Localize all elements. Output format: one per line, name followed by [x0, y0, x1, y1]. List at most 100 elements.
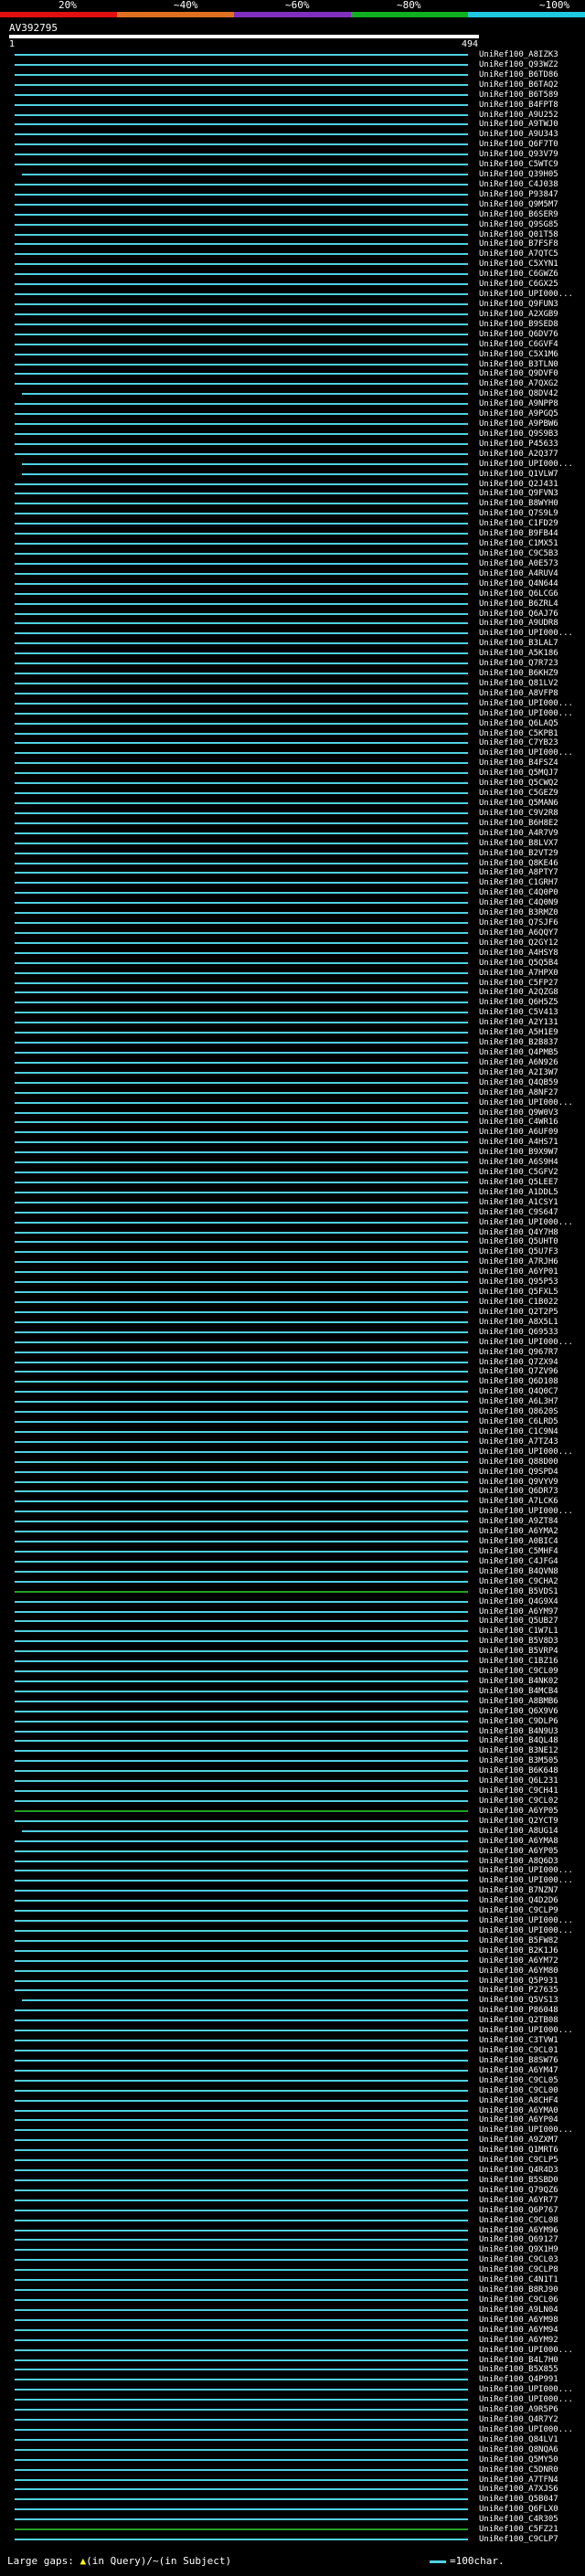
hit-alignment-bar[interactable]	[15, 313, 468, 315]
hit-alignment-bar[interactable]	[15, 2309, 468, 2311]
hit-label[interactable]: UniRef100_C9CL01	[479, 2046, 558, 2055]
hit-alignment-bar[interactable]	[15, 1920, 468, 1922]
hit-alignment-bar[interactable]	[15, 2129, 468, 2131]
hit-alignment-bar[interactable]	[15, 1950, 468, 1952]
hit-alignment-bar[interactable]	[15, 1002, 468, 1003]
hit-label[interactable]: UniRef100_C6GX25	[479, 280, 558, 289]
hit-alignment-bar[interactable]	[15, 1630, 468, 1632]
hit-label[interactable]: UniRef100_A9ZXM7	[479, 2136, 558, 2145]
hit-alignment-bar[interactable]	[15, 2409, 468, 2411]
hit-label[interactable]: UniRef100_A9U343	[479, 130, 558, 139]
hit-alignment-bar[interactable]	[15, 713, 468, 715]
hit-alignment-bar[interactable]	[15, 2100, 468, 2102]
hit-alignment-bar[interactable]	[15, 1072, 468, 1074]
hit-label[interactable]: UniRef100_Q4QB59	[479, 1078, 558, 1087]
hit-label[interactable]: UniRef100_A9PGQ5	[479, 409, 558, 419]
hit-alignment-bar[interactable]	[15, 443, 468, 445]
hit-alignment-bar[interactable]	[15, 194, 468, 196]
hit-alignment-bar[interactable]	[15, 1471, 468, 1473]
hit-alignment-bar[interactable]	[15, 543, 468, 545]
hit-label[interactable]: UniRef100_C4WR16	[479, 1118, 558, 1127]
hit-label[interactable]: UniRef100_Q7SJF6	[479, 918, 558, 928]
hit-alignment-bar[interactable]	[15, 2469, 468, 2471]
hit-label[interactable]: UniRef100_A6YM97	[479, 1607, 558, 1617]
hit-label[interactable]: UniRef100_Q4D2D6	[479, 1896, 558, 1905]
hit-alignment-bar[interactable]	[15, 613, 468, 615]
hit-label[interactable]: UniRef100_A2XGB9	[479, 310, 558, 319]
hit-alignment-bar[interactable]	[15, 243, 468, 245]
hit-label[interactable]: UniRef100_Q88D00	[479, 1458, 558, 1467]
hit-alignment-bar[interactable]	[15, 214, 468, 216]
hit-label[interactable]: UniRef100_Q93WZ2	[479, 60, 558, 69]
hit-alignment-bar[interactable]	[15, 1052, 468, 1054]
hit-label[interactable]: UniRef100_B4NK02	[479, 1677, 558, 1686]
hit-alignment-bar[interactable]	[15, 563, 468, 565]
hit-alignment-bar[interactable]	[22, 174, 468, 175]
hit-label[interactable]: UniRef100_B6KHZ9	[479, 669, 558, 678]
hit-alignment-bar[interactable]	[15, 2289, 468, 2291]
hit-alignment-bar[interactable]	[15, 1411, 468, 1413]
hit-alignment-bar[interactable]	[15, 1102, 468, 1104]
hit-alignment-bar[interactable]	[15, 2528, 468, 2530]
hit-label[interactable]: UniRef100_C5FP27	[479, 979, 558, 988]
hit-alignment-bar[interactable]	[15, 1601, 468, 1603]
hit-label[interactable]: UniRef100_UPI000...	[479, 2346, 573, 2355]
hit-label[interactable]: UniRef100_A6YP05	[479, 1807, 558, 1816]
hit-alignment-bar[interactable]	[15, 1511, 468, 1512]
hit-alignment-bar[interactable]	[15, 1212, 468, 1214]
hit-alignment-bar[interactable]	[15, 1531, 468, 1532]
hit-label[interactable]: UniRef100_P45633	[479, 440, 558, 449]
hit-alignment-bar[interactable]	[15, 1800, 468, 1802]
hit-alignment-bar[interactable]	[15, 593, 468, 595]
hit-label[interactable]: UniRef100_C9CLP8	[479, 2265, 558, 2274]
hit-label[interactable]: UniRef100_Q7R723	[479, 659, 558, 668]
hit-alignment-bar[interactable]	[15, 802, 468, 804]
hit-alignment-bar[interactable]	[15, 2019, 468, 2021]
hit-label[interactable]: UniRef100_A7LCK6	[479, 1497, 558, 1506]
hit-label[interactable]: UniRef100_UPI000...	[479, 460, 573, 469]
hit-alignment-bar[interactable]	[15, 2050, 468, 2051]
hit-alignment-bar[interactable]	[15, 2449, 468, 2451]
hit-label[interactable]: UniRef100_C6GWZ6	[479, 270, 558, 279]
hit-label[interactable]: UniRef100_B6TAQ2	[479, 80, 558, 90]
hit-alignment-bar[interactable]	[15, 2070, 468, 2072]
hit-alignment-bar[interactable]	[15, 2279, 468, 2281]
hit-alignment-bar[interactable]	[15, 1820, 468, 1822]
hit-label[interactable]: UniRef100_Q5P931	[479, 1977, 558, 1986]
hit-alignment-bar[interactable]	[15, 822, 468, 824]
hit-label[interactable]: UniRef100_A9R5P6	[479, 2405, 558, 2414]
hit-label[interactable]: UniRef100_B7FSF8	[479, 239, 558, 249]
hit-label[interactable]: UniRef100_UPI000...	[479, 2385, 573, 2394]
hit-label[interactable]: UniRef100_B8WYH0	[479, 499, 558, 508]
hit-alignment-bar[interactable]	[15, 1182, 468, 1183]
hit-label[interactable]: UniRef100_A8BMB6	[479, 1697, 558, 1706]
hit-alignment-bar[interactable]	[15, 553, 468, 555]
hit-label[interactable]: UniRef100_A5H1E9	[479, 1028, 558, 1037]
hit-label[interactable]: UniRef100_Q5MY50	[479, 2455, 558, 2465]
hit-label[interactable]: UniRef100_Q6DR73	[479, 1487, 558, 1496]
hit-label[interactable]: UniRef100_A8Q6D3	[479, 1857, 558, 1866]
hit-label[interactable]: UniRef100_Q6LAQ5	[479, 719, 558, 728]
hit-alignment-bar[interactable]	[15, 354, 468, 355]
hit-label[interactable]: UniRef100_C4JFG4	[479, 1557, 558, 1566]
hit-label[interactable]: UniRef100_A6YP05	[479, 1847, 558, 1856]
hit-label[interactable]: UniRef100_Q4R4D3	[479, 2166, 558, 2175]
hit-alignment-bar[interactable]	[15, 752, 468, 754]
hit-label[interactable]: UniRef100_Q4N644	[479, 579, 558, 588]
hit-label[interactable]: UniRef100_B4N9U3	[479, 1727, 558, 1736]
hit-label[interactable]: UniRef100_Q5UHT0	[479, 1237, 558, 1246]
hit-alignment-bar[interactable]	[15, 1760, 468, 1762]
hit-alignment-bar[interactable]	[15, 1591, 468, 1593]
hit-alignment-bar[interactable]	[15, 723, 468, 725]
hit-label[interactable]: UniRef100_A6YM94	[479, 2326, 558, 2335]
hit-alignment-bar[interactable]	[15, 733, 468, 735]
hit-label[interactable]: UniRef100_C4N1T1	[479, 2275, 558, 2284]
hit-label[interactable]: UniRef100_Q2YCT9	[479, 1817, 558, 1826]
hit-label[interactable]: UniRef100_C9CL06	[479, 2295, 558, 2305]
hit-label[interactable]: UniRef100_A4RUV4	[479, 569, 558, 578]
hit-label[interactable]: UniRef100_Q7ZV96	[479, 1367, 558, 1376]
hit-label[interactable]: UniRef100_Q6FLX0	[479, 2505, 558, 2514]
hit-alignment-bar[interactable]	[22, 473, 468, 475]
hit-label[interactable]: UniRef100_C9V2R8	[479, 809, 558, 818]
hit-label[interactable]: UniRef100_A6YM80	[479, 1966, 558, 1976]
